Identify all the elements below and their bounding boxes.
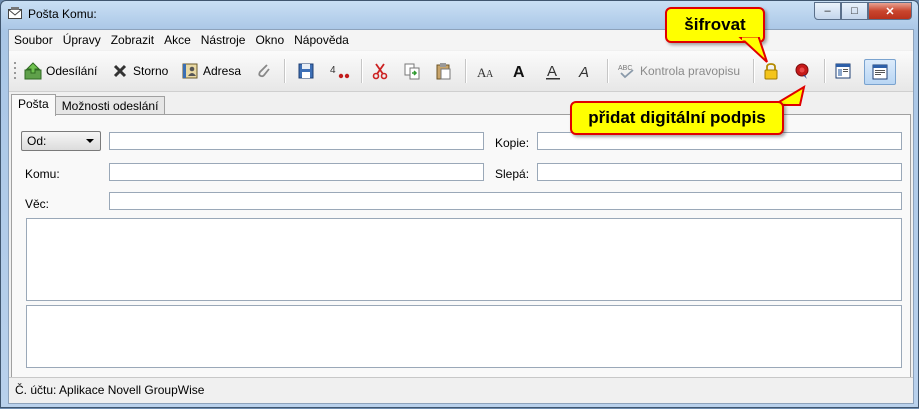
- maximize-button[interactable]: □: [841, 2, 868, 20]
- save-button[interactable]: [297, 59, 315, 83]
- bcc-label: Slepá:: [495, 167, 530, 181]
- encrypt-callout-pointer: [738, 37, 768, 63]
- compose-panel: Od: Kopie: Komu: Slepá: Věc:: [11, 114, 911, 378]
- bold-button[interactable]: A: [511, 59, 529, 83]
- encrypt-callout-text: šifrovat: [684, 15, 746, 34]
- subject-label: Věc:: [25, 197, 50, 211]
- cancel-label: Storno: [133, 64, 169, 78]
- wax-seal-icon: [793, 62, 811, 80]
- scissors-icon: [371, 62, 389, 80]
- bold-icon: A: [511, 62, 529, 81]
- menu-akce[interactable]: Akce: [159, 30, 196, 50]
- address-label: Adresa: [203, 64, 242, 78]
- mail-app-icon: [8, 7, 22, 20]
- signature-area[interactable]: [26, 305, 902, 368]
- paperclip-icon: [255, 62, 273, 80]
- svg-text:A: A: [513, 64, 525, 80]
- attach-button[interactable]: [255, 59, 273, 83]
- menu-bar: Soubor Úpravy Zobrazit Akce Nástroje Okn…: [9, 30, 913, 50]
- mail-compose-window: Pošta Komu: – □ ✕ Soubor Úpravy Zobrazit…: [0, 0, 919, 408]
- menu-nastroje[interactable]: Nástroje: [196, 30, 251, 50]
- window-view-icon: [834, 62, 852, 80]
- toolbar-separator: [607, 59, 609, 83]
- spell-icon: 4: [329, 62, 350, 80]
- italic-icon: A: [576, 62, 594, 81]
- status-text: Č. účtu: Aplikace Novell GroupWise: [15, 383, 205, 397]
- toolbar-separator: [824, 59, 826, 83]
- menu-upravy[interactable]: Úpravy: [58, 30, 106, 50]
- underline-icon: A: [544, 62, 562, 80]
- message-view-icon: [871, 63, 889, 81]
- close-x-icon: [111, 62, 129, 80]
- send-label: Odesílání: [46, 64, 98, 78]
- menu-okno[interactable]: Okno: [250, 30, 289, 50]
- view-toggle-button[interactable]: [834, 59, 852, 83]
- minimize-icon: –: [824, 5, 831, 17]
- from-dropdown-value: Od:: [27, 134, 47, 148]
- paste-button[interactable]: [434, 59, 452, 83]
- window-title: Pošta Komu:: [28, 7, 97, 21]
- status-bar: Č. účtu: Aplikace Novell GroupWise: [9, 377, 913, 403]
- cut-button[interactable]: [371, 59, 389, 83]
- close-icon: ✕: [885, 5, 895, 18]
- underline-button[interactable]: A: [544, 59, 562, 83]
- toolbar-separator: [361, 59, 363, 83]
- svg-text:A: A: [578, 64, 589, 80]
- menu-napoveda[interactable]: Nápověda: [289, 30, 354, 50]
- message-body[interactable]: [26, 218, 902, 301]
- compose-tabs: Pošta Možnosti odeslání: [11, 94, 166, 116]
- cc-label: Kopie:: [495, 136, 530, 150]
- clipboard-icon: [434, 62, 452, 80]
- spelling-options-button[interactable]: 4: [329, 59, 350, 83]
- toolbar-grip[interactable]: [13, 59, 17, 83]
- sign-callout-text: přidat digitální podpis: [588, 108, 766, 127]
- spellcheck-icon: ABC: [618, 62, 636, 80]
- copy-icon: [403, 62, 421, 80]
- svg-text:A: A: [486, 69, 494, 80]
- cancel-button[interactable]: Storno: [111, 59, 168, 83]
- from-dropdown[interactable]: Od:: [21, 131, 101, 151]
- address-book-button[interactable]: Adresa: [181, 59, 241, 83]
- spellcheck-label: Kontrola pravopisu: [640, 64, 741, 78]
- title-bar[interactable]: Pošta Komu: – □ ✕: [1, 1, 918, 27]
- bcc-field[interactable]: [537, 163, 902, 181]
- copy-button[interactable]: [403, 59, 421, 83]
- spellcheck-button[interactable]: ABC Kontrola pravopisu: [618, 59, 740, 83]
- send-button[interactable]: Odesílání: [24, 59, 97, 83]
- italic-button[interactable]: A: [576, 59, 594, 83]
- font-size-button[interactable]: AA: [477, 59, 495, 83]
- sign-callout: přidat digitální podpis: [570, 101, 784, 135]
- toolbar-separator: [465, 59, 467, 83]
- chevron-down-icon: [86, 139, 94, 143]
- svg-text:4: 4: [330, 65, 336, 76]
- send-icon: [24, 62, 42, 80]
- to-label: Komu:: [25, 167, 60, 181]
- toolbar-separator: [284, 59, 286, 83]
- font-size-icon: AA: [477, 62, 495, 80]
- maximize-icon: □: [851, 5, 858, 17]
- menu-soubor[interactable]: Soubor: [9, 30, 58, 50]
- from-field[interactable]: [109, 132, 484, 150]
- svg-text:A: A: [547, 63, 557, 80]
- tab-posta[interactable]: Pošta: [11, 94, 56, 116]
- minimize-button[interactable]: –: [814, 2, 841, 20]
- tab-send-options[interactable]: Možnosti odeslání: [54, 96, 166, 116]
- svg-text:ABC: ABC: [618, 65, 632, 72]
- to-field[interactable]: [109, 163, 484, 181]
- menu-zobrazit[interactable]: Zobrazit: [106, 30, 159, 50]
- message-view-button[interactable]: [864, 59, 896, 85]
- floppy-disk-icon: [297, 62, 315, 80]
- address-book-icon: [181, 62, 199, 80]
- digital-signature-button[interactable]: [793, 59, 811, 83]
- subject-field[interactable]: [109, 192, 902, 210]
- close-button[interactable]: ✕: [868, 2, 912, 20]
